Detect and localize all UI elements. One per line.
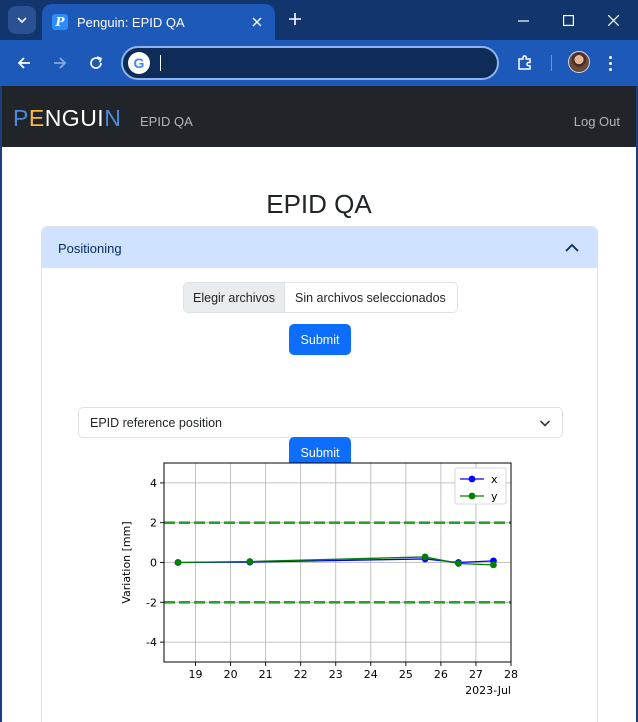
tab-search-button[interactable] [8,6,36,34]
extensions-button[interactable] [513,51,537,75]
x-tick-label: 25 [399,668,413,681]
data-point-y [421,553,429,561]
browser-toolbar: G [0,40,638,86]
reload-button[interactable] [83,50,109,76]
brand-letter-p: P [13,105,29,131]
x-tick-label: 21 [259,668,273,681]
y-axis-label: Variation [mm] [120,521,133,603]
file-upload-input[interactable]: Elegir archivos Sin archivos seleccionad… [183,282,458,313]
brand-letter-n: N [104,105,122,131]
penguin-favicon-icon: P [52,14,68,30]
page-title: EPID QA [266,189,372,219]
extensions-icon [518,55,531,70]
select-value: EPID reference position [90,416,223,430]
close-window-button[interactable] [591,6,635,34]
chevron-up-icon [565,243,579,252]
toolbar-separator [551,55,552,71]
brand-logo[interactable]: PENGUIN [13,105,121,132]
tab-title: Penguin: EPID QA [77,14,185,30]
close-icon [252,17,262,26]
brand-letter-e: E [28,105,45,131]
legend-marker-x [468,475,476,483]
accordion-title: Positioning [58,241,122,256]
back-arrow-icon [17,57,30,69]
x-tick-label: 28 [504,668,518,681]
chevron-down-icon [17,17,27,24]
data-point-y [174,559,182,566]
x-tick-label: 19 [189,668,203,681]
browser-tab-strip: P Penguin: EPID QA [0,0,638,40]
submit-upload-button[interactable]: Submit [289,324,351,355]
forward-arrow-icon [54,57,67,69]
x-tick-label: 24 [364,668,378,681]
app-navbar: PENGUIN EPID QA Log Out [2,86,636,147]
close-tab-button[interactable] [247,15,267,30]
web-page: PENGUIN EPID QA Log Out EPID QA Position… [2,86,636,722]
text-caret [160,55,161,71]
variation-line-chart: 19 20 21 22 23 24 25 26 27 28-4-20242023-JulVaria… [120,462,518,697]
browser-tab-active[interactable]: P Penguin: EPID QA [42,4,275,40]
x-tick-label: 22 [294,668,308,681]
reference-select[interactable]: EPID reference position [78,407,563,438]
maximize-button[interactable] [546,6,590,34]
reload-icon [90,56,103,69]
address-input[interactable] [163,51,483,75]
nav-link-epid-qa[interactable]: EPID QA [140,114,193,129]
file-status-text: Sin archivos seleccionados [285,283,457,312]
legend-label-x: x [491,473,498,486]
kebab-menu-icon[interactable] [600,51,620,75]
x-tick-label: 26 [434,668,448,681]
data-point-y [246,558,254,565]
forward-button[interactable] [47,50,73,76]
google-icon: G [128,52,150,74]
legend-box [454,467,507,505]
positioning-accordion: Positioning Elegir archivos Sin archivos… [41,226,598,722]
back-button[interactable] [11,50,37,76]
logout-link[interactable]: Log Out [574,114,620,129]
x-tick-label: 20 [224,668,238,681]
data-point-y [455,560,462,567]
x-tick-label: 23 [329,668,343,681]
new-tab-button[interactable] [284,8,306,32]
y-tick-label: 0 [150,557,157,570]
chevron-down-icon [539,420,551,427]
choose-files-button[interactable]: Elegir archivos [184,283,285,312]
legend-label-y: y [491,490,498,503]
legend-marker-y [468,492,476,500]
y-tick-label: 2 [150,517,157,530]
minimize-icon [517,19,529,22]
brand-letters-ngui: NGUI [44,105,105,131]
x-offset-label: 2023-Jul [465,684,511,697]
maximize-icon [562,14,574,26]
y-tick-label: -4 [146,636,157,649]
close-icon [607,14,619,26]
minimize-button[interactable] [501,6,545,34]
plus-icon [289,13,301,25]
data-point-y [490,561,497,569]
accordion-header-positioning[interactable]: Positioning [42,227,597,268]
y-tick-label: 4 [150,477,157,490]
address-bar[interactable]: G [121,46,499,80]
x-tick-label: 27 [469,668,483,681]
profile-avatar[interactable] [568,51,590,73]
y-tick-label: -2 [146,596,157,609]
